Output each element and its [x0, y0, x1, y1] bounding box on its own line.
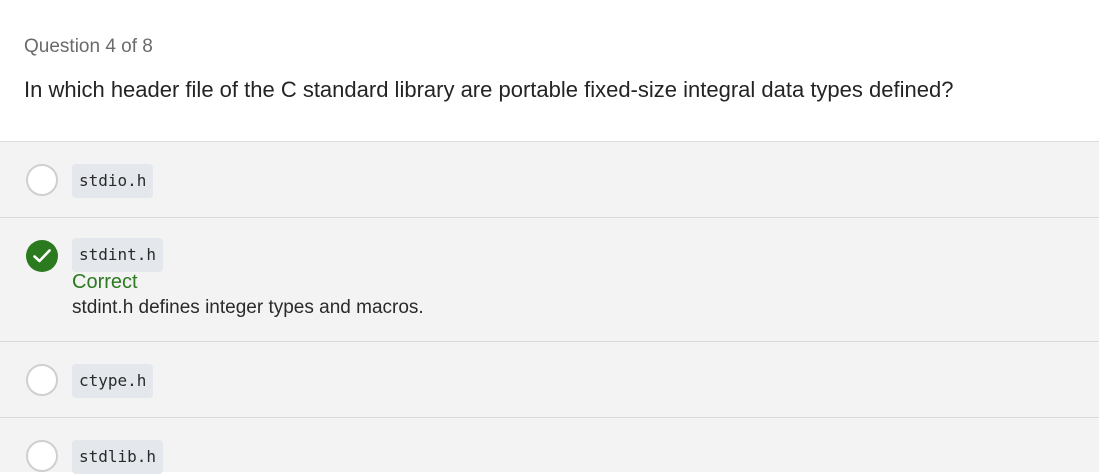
answer-options: stdio.h stdint.h Correct stdint.h define… [0, 142, 1099, 474]
option-code-label: stdlib.h [72, 440, 164, 474]
answer-option-stdlib[interactable]: stdlib.h [0, 418, 1099, 474]
radio-button[interactable] [26, 364, 58, 396]
radio-button[interactable] [26, 164, 58, 196]
option-code-label: stdint.h [72, 238, 164, 272]
option-code-label: stdio.h [72, 164, 154, 198]
answer-option-stdio[interactable]: stdio.h [0, 142, 1099, 218]
result-explanation: stdint.h defines integer types and macro… [72, 297, 424, 318]
result-status: Correct [72, 271, 138, 293]
radio-button[interactable] [26, 440, 58, 472]
answer-option-stdint[interactable]: stdint.h Correct stdint.h defines intege… [0, 218, 1099, 342]
option-code-label: ctype.h [72, 364, 154, 398]
question-counter: Question 4 of 8 [24, 36, 153, 57]
answer-option-ctype[interactable]: ctype.h [0, 342, 1099, 418]
checkmark-icon[interactable] [26, 240, 58, 272]
question-header: Question 4 of 8 In which header file of … [0, 0, 1099, 142]
question-text: In which header file of the C standard l… [24, 77, 954, 102]
